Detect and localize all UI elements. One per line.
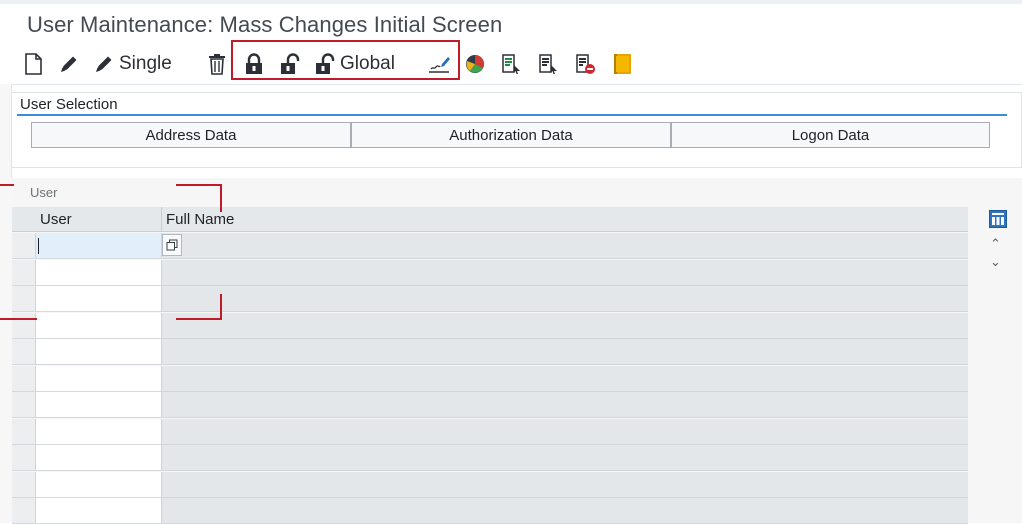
copy-icon [166,239,178,251]
address-data-button[interactable]: Address Data [31,122,351,148]
user-cell[interactable] [36,498,162,524]
user-cell[interactable] [36,472,162,498]
user-column-label: User [40,211,72,228]
select-list-alt-icon[interactable] [534,48,562,80]
logon-data-button[interactable]: Logon Data [671,122,990,148]
user-cell[interactable] [36,445,162,471]
section-divider [17,114,1007,116]
authorization-data-button[interactable]: Authorization Data [351,122,671,148]
row-selector[interactable] [12,260,36,286]
new-document-icon[interactable] [18,48,48,80]
pie-status-icon[interactable] [461,48,489,80]
pencil-icon [96,56,112,72]
user-cell[interactable] [36,392,162,418]
full-name-cell [162,498,968,524]
row-selector[interactable] [12,472,36,498]
full-name-cell [162,392,968,418]
row-selector[interactable] [12,286,36,312]
full-name-cell [162,313,968,339]
single-label: Single [119,53,172,74]
full-name-cell [162,445,968,471]
user-cell[interactable] [36,419,162,445]
note-icon[interactable] [608,48,636,80]
value-help-button[interactable] [162,234,182,256]
user-selection-title: User Selection [20,96,118,113]
row-selector[interactable] [12,445,36,471]
single-change-button[interactable]: Single [93,48,177,80]
annotation-line [0,184,14,186]
application-toolbar: Single Global [0,44,1022,85]
user-cell[interactable] [36,233,162,259]
top-strip [0,0,1022,4]
deselect-list-icon[interactable] [571,48,599,80]
annotation-line [176,318,222,320]
full-name-column-label: Full Name [166,211,235,228]
full-name-cell [162,286,968,312]
row-selector[interactable] [12,339,36,365]
user-cell[interactable] [36,260,162,286]
annotation-line [220,294,222,320]
user-cell[interactable] [36,313,162,339]
select-list-icon[interactable] [497,48,525,80]
scroll-down-icon[interactable]: ⌄ [990,254,1001,270]
row-selector[interactable] [12,419,36,445]
row-selector[interactable] [12,366,36,392]
user-group-label: User [30,185,58,200]
row-selector[interactable] [12,313,36,339]
full-name-cell [162,472,968,498]
trash-icon[interactable] [203,48,231,80]
user-cell[interactable] [36,366,162,392]
full-name-cell [162,260,968,286]
annotation-line [176,184,222,186]
scroll-up-icon[interactable]: ⌃ [990,236,1001,252]
select-all-header[interactable] [12,207,36,232]
row-selector[interactable] [12,233,36,259]
column-settings-icon[interactable] [988,209,1008,229]
row-selector[interactable] [12,498,36,524]
lock-actions-highlight [231,40,460,80]
full-name-column-header[interactable] [162,207,968,232]
annotation-line [220,184,222,212]
pencil-icon[interactable] [54,48,84,80]
full-name-cell [162,419,968,445]
text-cursor [38,238,39,254]
row-selector[interactable] [12,392,36,418]
full-name-cell [162,366,968,392]
page-title: User Maintenance: Mass Changes Initial S… [27,12,503,37]
full-name-cell [162,339,968,365]
annotation-line [0,318,37,320]
full-name-cell [162,233,968,259]
user-cell[interactable] [36,339,162,365]
user-cell[interactable] [36,286,162,312]
